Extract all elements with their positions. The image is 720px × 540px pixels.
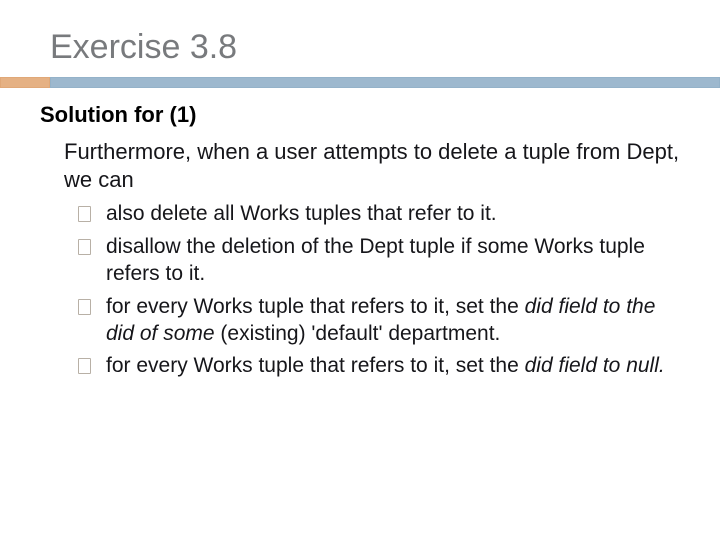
bullet-prefix: for every Works tuple that refers to it,… bbox=[106, 354, 525, 377]
list-item: for every Works tuple that refers to it,… bbox=[78, 294, 680, 348]
title-area: Exercise 3.8 bbox=[0, 0, 720, 77]
bullet-text: disallow the deletion of the Dept tuple … bbox=[106, 235, 645, 285]
bullet-prefix: for every Works tuple that refers to it,… bbox=[106, 295, 525, 318]
list-item: also delete all Works tuples that refer … bbox=[78, 201, 680, 228]
content-area: Solution for (1) Furthermore, when a use… bbox=[0, 102, 720, 380]
bullet-text: also delete all Works tuples that refer … bbox=[106, 202, 497, 225]
intro-text: Furthermore, when a user attempts to del… bbox=[40, 138, 680, 193]
accent-bar bbox=[0, 77, 720, 88]
list-item: disallow the deletion of the Dept tuple … bbox=[78, 234, 680, 288]
subheading: Solution for (1) bbox=[40, 102, 680, 128]
list-item: for every Works tuple that refers to it,… bbox=[78, 353, 680, 380]
bullet-list: also delete all Works tuples that refer … bbox=[40, 201, 680, 380]
bullet-suffix: (existing) 'default' department. bbox=[215, 322, 501, 345]
bullet-italic: did field to null. bbox=[525, 354, 665, 377]
accent-orange-block bbox=[0, 77, 50, 88]
slide-title: Exercise 3.8 bbox=[50, 28, 670, 67]
accent-blue-block bbox=[50, 77, 720, 88]
